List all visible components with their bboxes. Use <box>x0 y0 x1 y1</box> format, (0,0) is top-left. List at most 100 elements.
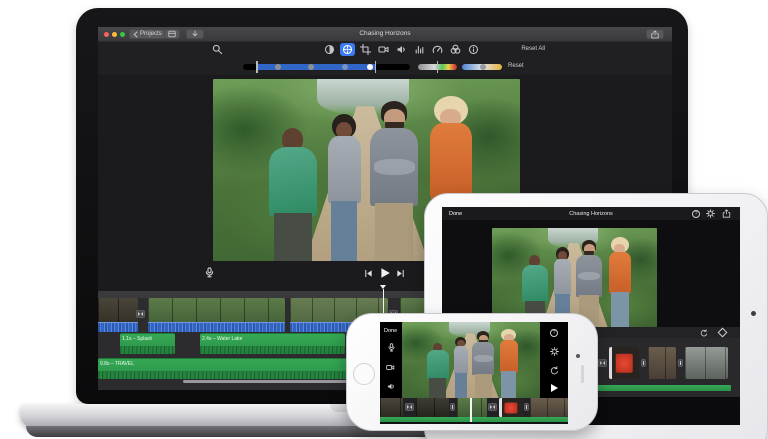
camera-icon[interactable] <box>386 363 395 372</box>
iphone-timeline <box>380 398 568 417</box>
saturation-handle[interactable] <box>437 61 439 73</box>
crop-icon[interactable] <box>358 43 373 56</box>
video-clip[interactable] <box>416 398 449 417</box>
iphone-screen: Done ? <box>380 322 568 424</box>
microphone-icon[interactable] <box>387 343 396 352</box>
photo-shape <box>475 374 492 398</box>
photo-shape <box>472 342 494 375</box>
reset-button[interactable]: Reset <box>508 63 524 69</box>
play-icon[interactable] <box>379 267 391 279</box>
playhead[interactable] <box>470 398 472 422</box>
photo-shape <box>375 203 413 261</box>
share-icon[interactable] <box>722 209 731 218</box>
transition-button[interactable] <box>488 403 497 411</box>
music-track[interactable] <box>597 385 731 391</box>
adjustment-icons <box>322 43 481 56</box>
photo-shape <box>454 346 469 374</box>
video-clip[interactable] <box>98 298 138 332</box>
microphone-icon[interactable] <box>204 267 215 278</box>
red-sign-thumbnail <box>616 354 633 373</box>
clip-label: 2.4s – Water Lake <box>202 336 242 342</box>
color-balance-icon[interactable] <box>322 43 337 56</box>
color-correction-icon[interactable] <box>340 43 355 56</box>
photo-shape <box>429 378 446 398</box>
undo-icon[interactable] <box>550 366 559 375</box>
skip-forward-icon[interactable] <box>396 269 405 278</box>
video-clip[interactable] <box>499 398 523 417</box>
transition-button[interactable] <box>524 403 529 411</box>
settings-gear-icon[interactable] <box>550 347 559 356</box>
volume-icon[interactable] <box>394 43 409 56</box>
levels-white-point-handle[interactable] <box>375 61 377 73</box>
audio-waveform <box>200 346 345 354</box>
photo-shape <box>328 136 361 204</box>
share-icon <box>651 30 659 39</box>
video-clip[interactable] <box>380 398 403 417</box>
photo-person-green-shirt <box>265 128 320 261</box>
levels-handle[interactable] <box>308 64 314 70</box>
iphone-camera <box>576 354 580 358</box>
photo-shape <box>331 201 358 261</box>
video-clip[interactable] <box>685 347 728 379</box>
video-clip[interactable] <box>648 347 676 379</box>
photo-shape <box>500 340 519 372</box>
transition-button[interactable] <box>136 310 145 318</box>
preview-photo <box>402 322 540 398</box>
clip-label: 1.1s – Splash <box>122 336 152 342</box>
photo-person-arms-crossed <box>367 104 422 261</box>
levels-handle[interactable] <box>342 64 348 70</box>
photo-person-green-shirt <box>425 343 450 398</box>
video-clip[interactable] <box>530 398 568 417</box>
video-clip[interactable] <box>609 347 639 379</box>
photo-shape <box>576 255 602 298</box>
undo-icon[interactable] <box>700 329 708 337</box>
transition-button[interactable] <box>598 359 607 367</box>
saturation-slider[interactable] <box>418 64 457 70</box>
photo-person-orange-top <box>606 240 634 327</box>
volume-icon[interactable] <box>387 382 396 391</box>
temperature-slider[interactable] <box>462 64 502 70</box>
transition-button[interactable] <box>405 403 414 411</box>
clip-edge <box>609 347 612 379</box>
play-icon[interactable] <box>551 384 558 392</box>
sound-effect-clip[interactable]: 1.1s – Splash <box>120 333 175 354</box>
marketing-composite: Projects Chasing Horizons <box>0 0 768 439</box>
settings-gear-icon[interactable] <box>706 209 715 218</box>
speed-icon[interactable] <box>430 43 445 56</box>
noise-reduction-icon[interactable] <box>412 43 427 56</box>
iphone-speaker <box>581 365 584 383</box>
clip-label: 9.8s – TRAVEL <box>100 361 134 367</box>
video-clip[interactable] <box>148 298 285 332</box>
reset-all-button[interactable]: Reset All <box>521 46 545 52</box>
levels-handle[interactable] <box>275 64 281 70</box>
info-icon[interactable] <box>466 43 481 56</box>
video-clip[interactable] <box>457 398 487 417</box>
levels-shadow-handle[interactable] <box>256 61 258 73</box>
help-icon[interactable]: ? <box>692 210 700 218</box>
share-button[interactable] <box>646 29 664 39</box>
transition-button[interactable] <box>641 359 646 367</box>
transition-button[interactable] <box>678 359 683 367</box>
levels-highlight-handle[interactable] <box>367 64 373 70</box>
audio-waveform <box>98 322 138 332</box>
skip-back-icon[interactable] <box>364 269 373 278</box>
photo-shape <box>430 123 472 200</box>
temperature-handle[interactable] <box>480 64 486 70</box>
iphone-home-button[interactable] <box>353 363 375 385</box>
transition-button[interactable] <box>450 403 455 411</box>
audio-waveform <box>148 322 285 332</box>
help-icon[interactable]: ? <box>550 329 558 337</box>
done-button[interactable]: Done <box>384 328 397 334</box>
zoom-icon[interactable] <box>212 44 223 55</box>
audio-waveform <box>120 346 175 354</box>
photo-shape <box>269 147 318 216</box>
clip-filter-icon[interactable] <box>448 43 463 56</box>
clip-edge <box>499 398 502 417</box>
red-sign-thumbnail <box>504 402 517 413</box>
sound-effect-clip[interactable]: 2.4s – Water Lake <box>200 333 345 354</box>
photo-person-gray-tank <box>324 117 365 261</box>
photo-shape <box>455 373 467 398</box>
levels-slider[interactable] <box>243 64 410 70</box>
stabilization-icon[interactable] <box>376 43 391 56</box>
media-actions-icon[interactable] <box>718 328 728 338</box>
